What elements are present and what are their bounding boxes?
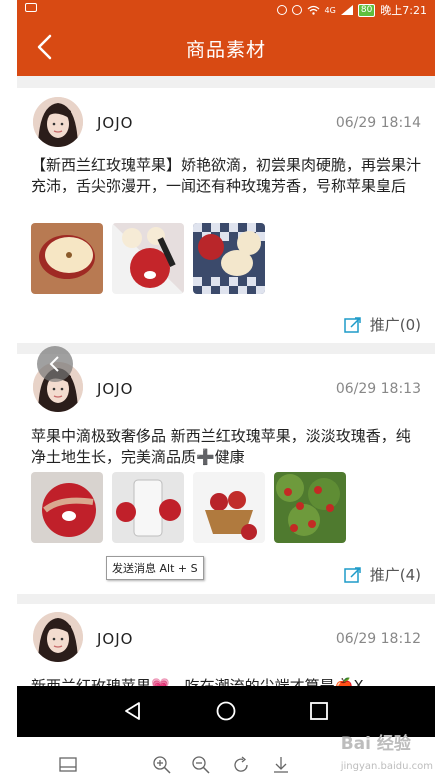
floating-back-button[interactable] <box>37 346 73 382</box>
share-icon <box>344 566 361 583</box>
post-image[interactable] <box>112 472 184 543</box>
signal-icon <box>340 5 353 15</box>
network-type: 4G <box>324 5 336 15</box>
download-icon[interactable] <box>271 755 291 775</box>
avatar[interactable] <box>33 97 83 147</box>
triangle-back-icon[interactable] <box>121 699 145 723</box>
post-image[interactable] <box>31 472 103 543</box>
post-image[interactable] <box>112 223 184 294</box>
post-text: 苹果中滴极致奢侈品 新西兰红玫瑰苹果，淡淡玫瑰香，纯净土地生长，完美滴品质➕健康 <box>31 427 411 466</box>
post-image[interactable] <box>193 472 265 543</box>
post-card: JOJO 06/29 18:14 【新西兰红玫瑰苹果】娇艳欲滴，初尝果肉硬脆，再… <box>17 88 435 343</box>
status-bar: 4G 80 晚上7:21 <box>17 0 435 18</box>
square-recent-icon[interactable] <box>307 699 331 723</box>
post-image[interactable] <box>274 472 346 543</box>
eye-icon <box>291 5 302 15</box>
left-margin <box>0 0 17 783</box>
post-time: 06/29 18:12 <box>335 631 421 647</box>
username: JOJO <box>97 114 134 132</box>
post-time: 06/29 18:14 <box>335 115 421 131</box>
layout-icon[interactable] <box>58 755 78 775</box>
alarm-icon <box>276 5 287 15</box>
status-time: 晚上7:21 <box>380 4 427 17</box>
page-title: 商品素材 <box>185 39 266 61</box>
avatar[interactable] <box>33 612 83 662</box>
post-card: JOJO 06/29 18:12 新西兰红玫瑰苹果💗，吃在潮流的尖端才算是🍎X <box>17 604 435 695</box>
image-row <box>31 472 346 543</box>
watermark-brand: Bai 经验 <box>340 734 411 754</box>
post-image[interactable] <box>193 223 265 294</box>
zoom-out-icon[interactable] <box>191 755 211 775</box>
chevron-left-icon <box>49 356 59 372</box>
briefcase-icon <box>25 3 37 12</box>
username: JOJO <box>97 630 134 648</box>
status-right: 4G 80 晚上7:21 <box>276 2 427 18</box>
username: JOJO <box>97 380 134 398</box>
promote-label: 推广(0) <box>369 316 421 334</box>
post-time: 06/29 18:13 <box>335 381 421 397</box>
wifi-icon <box>307 5 319 15</box>
rotate-icon[interactable] <box>231 755 251 775</box>
share-icon <box>344 316 361 333</box>
post-image[interactable] <box>31 223 103 294</box>
title-bar: 商品素材 <box>17 18 435 76</box>
battery-icon: 80 <box>357 3 376 17</box>
send-message-tooltip: 发送消息 Alt + S <box>106 556 204 580</box>
promote-button[interactable]: 推广(0) <box>344 314 421 335</box>
zoom-in-icon[interactable] <box>152 755 172 775</box>
post-text: 【新西兰红玫瑰苹果】娇艳欲滴，初尝果肉硬脆，再尝果汁充沛，舌尖弥漫开，一闻还有种… <box>31 156 422 195</box>
phone-screen: 4G 80 晚上7:21 商品素材 JOJO 06/29 18:14 【新西兰红… <box>17 0 435 737</box>
image-row <box>31 223 265 294</box>
promote-button[interactable]: 推广(4) <box>344 564 421 585</box>
baidu-watermark: Bai 经验 jingyan.baidu.com <box>341 729 433 774</box>
watermark-url: jingyan.baidu.com <box>340 761 433 772</box>
circle-home-icon[interactable] <box>214 699 238 723</box>
post-card: JOJO 06/29 18:13 苹果中滴极致奢侈品 新西兰红玫瑰苹果，淡淡玫瑰… <box>17 354 435 594</box>
promote-label: 推广(4) <box>369 566 421 584</box>
